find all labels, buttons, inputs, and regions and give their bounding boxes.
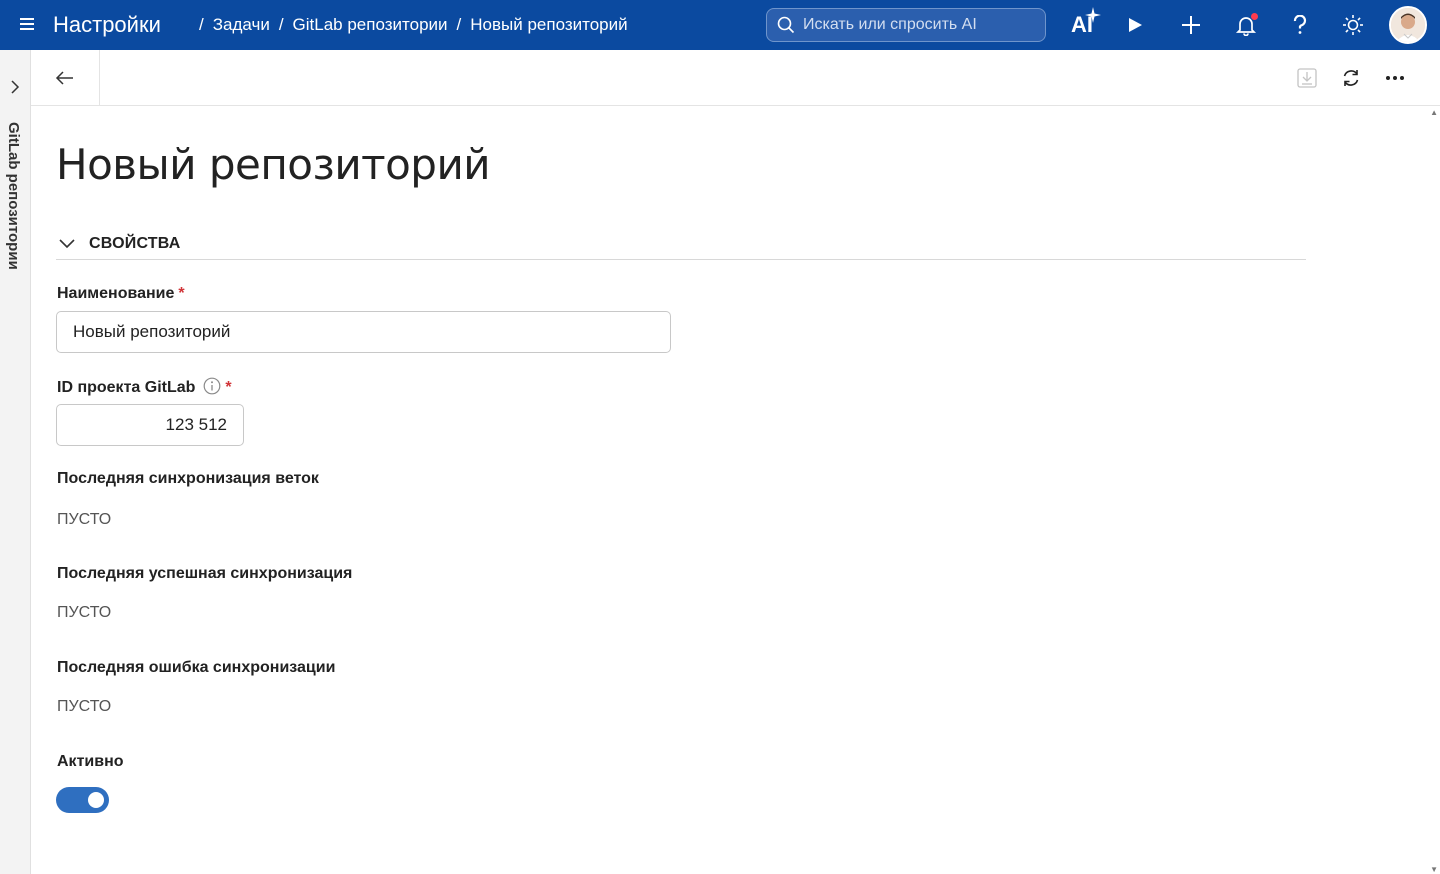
page-title: Новый репозиторий (56, 140, 491, 189)
top-bar: Настройки / Задачи / GitLab репозитории … (0, 0, 1440, 50)
breadcrumb-separator: / (278, 15, 284, 34)
ai-button[interactable]: AI (1060, 0, 1104, 50)
save-button[interactable] (1293, 64, 1321, 92)
last-sync-error-value: ПУСТО (57, 698, 112, 715)
required-mark: * (178, 285, 185, 302)
sparkle-icon (1085, 7, 1101, 23)
app-title[interactable]: Настройки (53, 12, 161, 38)
avatar-image (1391, 8, 1425, 42)
project-id-label-text: ID проекта GitLab (57, 379, 196, 396)
save-icon (1297, 68, 1317, 88)
last-branch-sync-label: Последняя синхронизация веток (57, 470, 319, 487)
breadcrumb-item-gitlab-repos[interactable]: GitLab репозитории (293, 15, 448, 35)
refresh-button[interactable] (1337, 64, 1365, 92)
section-title: СВОЙСТВА (89, 235, 181, 252)
project-id-input[interactable] (56, 404, 244, 446)
chevron-down-icon (59, 239, 75, 249)
search-icon (777, 16, 795, 34)
breadcrumb: / Задачи / GitLab репозитории / Новый ре… (190, 15, 628, 35)
refresh-icon (1343, 70, 1359, 86)
menu-icon[interactable] (20, 15, 40, 35)
toggle-knob (88, 792, 104, 808)
breadcrumb-item-current: Новый репозиторий (470, 15, 628, 34)
sun-icon (1343, 15, 1363, 35)
more-button[interactable] (1381, 64, 1409, 92)
notifications-button[interactable] (1224, 0, 1268, 50)
scroll-up-arrow[interactable]: ▲ (1430, 108, 1438, 117)
more-icon (1386, 76, 1404, 80)
section-properties-header[interactable]: СВОЙСТВА (56, 232, 1306, 260)
back-button[interactable] (31, 50, 100, 105)
required-mark: * (225, 379, 232, 396)
record-form: Новый репозиторий СВОЙСТВА Наименование *… (31, 106, 1440, 874)
chevron-right-icon[interactable] (8, 78, 22, 96)
run-button[interactable] (1113, 0, 1157, 50)
active-toggle[interactable] (56, 787, 109, 813)
last-branch-sync-value: ПУСТО (57, 511, 112, 528)
project-id-label: ID проекта GitLab * (57, 377, 232, 397)
info-icon[interactable] (203, 377, 221, 395)
theme-button[interactable] (1331, 0, 1375, 50)
user-avatar[interactable] (1389, 6, 1427, 44)
side-rail: GitLab репозитории (0, 50, 31, 874)
name-input[interactable] (56, 311, 671, 353)
last-success-sync-value: ПУСТО (57, 604, 112, 621)
name-label: Наименование * (57, 285, 185, 303)
arrow-left-icon (55, 70, 73, 85)
create-button[interactable] (1169, 0, 1213, 50)
plus-icon (1182, 16, 1200, 34)
notification-badge (1251, 13, 1258, 20)
play-icon (1129, 18, 1142, 32)
record-toolbar (31, 50, 1440, 106)
breadcrumb-separator: / (456, 15, 462, 34)
active-label: Активно (57, 753, 124, 770)
search-box[interactable] (766, 8, 1046, 42)
name-label-text: Наименование (57, 285, 175, 302)
breadcrumb-separator: / (199, 15, 204, 34)
help-button[interactable] (1278, 0, 1322, 50)
last-success-sync-label: Последняя успешная синхронизация (57, 565, 353, 582)
scroll-down-arrow[interactable]: ▼ (1430, 865, 1438, 874)
last-sync-error-label: Последняя ошибка синхронизации (57, 659, 336, 676)
question-icon (1293, 15, 1307, 34)
side-rail-label[interactable]: GitLab репозитории (5, 122, 22, 270)
search-input[interactable] (803, 16, 1033, 34)
breadcrumb-item-tasks[interactable]: Задачи (213, 15, 270, 35)
